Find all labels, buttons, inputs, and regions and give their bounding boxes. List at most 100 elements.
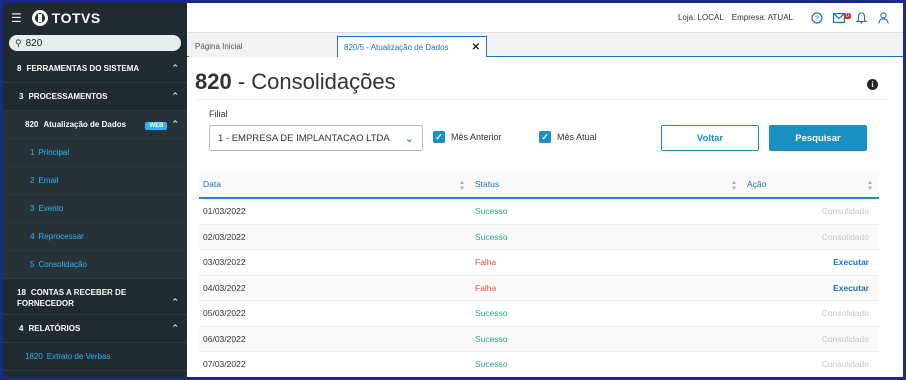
close-icon[interactable]: ✕: [472, 42, 480, 53]
table-row: 04/03/2022 Falha Executar: [199, 275, 879, 301]
sidebar-item-reprocessar[interactable]: 4 Reprocessar: [3, 223, 187, 251]
cell-data: 03/03/2022: [203, 257, 246, 268]
mail-icon[interactable]: 0: [833, 12, 851, 24]
table-body: 01/03/2022 Sucesso Consolidado 02/03/2022 Su…: [199, 199, 879, 377]
sidebar-item-label: Principal: [38, 148, 70, 157]
filial-label: Filial: [209, 109, 228, 119]
page-code: 820: [195, 69, 232, 94]
cell-data: 02/03/2022: [203, 231, 246, 242]
pesquisar-button[interactable]: Pesquisar: [769, 125, 867, 151]
column-header-acao[interactable]: Ação ▲ ▼: [743, 171, 879, 197]
voltar-button[interactable]: Voltar: [661, 125, 759, 151]
main-content: 820 - Consolidações i Filial 1 - EMPRESA…: [187, 57, 903, 377]
sidebar-item-label: Reprocessar: [38, 232, 84, 241]
sidebar-item-number: 1820: [25, 352, 43, 361]
sidebar: ☰ TOTVS ⚲ 8 FERRAMENTAS DO SISTEMA ⌃ 3 PRO…: [3, 3, 187, 377]
table-row: 02/03/2022 Sucesso Consolidado: [199, 224, 879, 250]
sidebar-item-extrato-verbas[interactable]: 1820 Extrato de Verbas: [3, 343, 187, 371]
sidebar-item-number: 18: [17, 288, 26, 297]
chevron-up-icon: ⌃: [171, 63, 179, 73]
executar-button[interactable]: Executar: [743, 257, 879, 267]
mes-atual-label: Mês Atual: [557, 132, 597, 142]
sidebar-item-label: Email: [38, 176, 59, 185]
sidebar-item-consolidacao[interactable]: 5 Consolidação: [3, 251, 187, 279]
sort-icon: ▲ ▼: [867, 180, 873, 192]
chevron-up-icon: ⌃: [171, 119, 179, 129]
hamburger-menu-icon[interactable]: ☰: [11, 11, 22, 25]
consolidado-label: Consolidado: [821, 231, 869, 242]
consolidado-label: Consolidado: [821, 333, 869, 344]
sidebar-item-number: 3: [19, 92, 24, 101]
sidebar-item-atualizacao-dados[interactable]: 820 Atualização de Dados WEB ⌃: [3, 111, 187, 139]
sidebar-item-principal[interactable]: 1 Principal: [3, 139, 187, 167]
brand-name: TOTVS: [51, 10, 101, 26]
cell-status: Sucesso: [475, 231, 508, 242]
sidebar-item-email[interactable]: 2 Email: [3, 167, 187, 195]
cell-data: 07/03/2022: [203, 359, 246, 370]
mail-count-badge: 0: [843, 12, 851, 19]
mes-anterior-checkbox[interactable]: ✓ Mês Anterior: [433, 131, 502, 143]
brand-bar: ☰ TOTVS: [3, 3, 187, 33]
sidebar-item-number: 2: [30, 176, 35, 185]
sidebar-item-evento[interactable]: 3 Evento: [3, 195, 187, 223]
menu-search[interactable]: ⚲: [9, 35, 181, 51]
consolidado-label: Consolidado: [821, 206, 869, 217]
consolidacoes-table: Data ▲ ▼ Status ▲ ▼ Ação ▲ ▼ 01/03/2022 Suce…: [199, 171, 879, 377]
sidebar-item-label: Consolidação: [38, 260, 87, 269]
tab-bar: Página Inicial 820/5 - Atualização de Da…: [187, 33, 903, 57]
cell-status: Sucesso: [475, 308, 508, 319]
column-header-data[interactable]: Data ▲ ▼: [199, 171, 471, 197]
user-icon[interactable]: [877, 11, 889, 24]
table-row: 05/03/2022 Sucesso Consolidado: [199, 301, 879, 327]
sidebar-item-processamentos[interactable]: 3 PROCESSAMENTOS ⌃: [3, 83, 187, 111]
checkmark-icon: ✓: [433, 131, 445, 143]
table-row: 01/03/2022 Sucesso Consolidado: [199, 199, 879, 225]
tab-atualizacao-dados[interactable]: 820/5 - Atualização de Dados ✕: [337, 36, 487, 57]
svg-text:?: ?: [815, 15, 819, 22]
loja-info: Loja: LOCAL: [677, 13, 724, 22]
cell-status: Falha: [475, 282, 497, 293]
sidebar-item-number: 1: [30, 148, 35, 157]
sidebar-item-number: 4: [30, 232, 35, 241]
help-icon[interactable]: ?: [811, 11, 823, 24]
chevron-up-icon: ⌃: [171, 323, 179, 333]
cell-status: Sucesso: [475, 333, 508, 344]
bell-icon[interactable]: [855, 11, 867, 24]
empresa-info: Empresa: ATUAL: [731, 13, 793, 22]
cell-data: 06/03/2022: [203, 333, 246, 344]
sidebar-item-number: 5: [30, 260, 35, 269]
table-header: Data ▲ ▼ Status ▲ ▼ Ação ▲ ▼: [199, 171, 879, 199]
cell-data: 01/03/2022: [203, 206, 246, 217]
tab-label: 820/5 - Atualização de Dados: [344, 42, 449, 52]
mes-anterior-label: Mês Anterior: [451, 132, 502, 142]
sidebar-item-contas-receber[interactable]: 18 CONTAS A RECEBER DE FORNECEDOR ⌃: [3, 279, 187, 315]
info-icon[interactable]: i: [867, 79, 878, 90]
consolidado-label: Consolidado: [821, 359, 869, 370]
mes-atual-checkbox[interactable]: ✓ Mês Atual: [539, 131, 597, 143]
tab-pagina-inicial[interactable]: Página Inicial: [189, 36, 339, 57]
filial-selected-value: 1 - EMPRESA DE IMPLANTACAO LTDA: [218, 132, 390, 144]
sidebar-item-relatorios[interactable]: 4 RELATÓRIOS ⌃: [3, 315, 187, 343]
menu-search-input[interactable]: [25, 37, 166, 49]
checkmark-icon: ✓: [539, 131, 551, 143]
column-header-status[interactable]: Status ▲ ▼: [471, 171, 743, 197]
sidebar-item-label: Extrato de Verbas: [46, 352, 111, 361]
sidebar-item-number: 820: [25, 120, 39, 129]
sidebar-item-number: 3: [30, 204, 35, 213]
page-title-text: - Consolidações: [231, 69, 396, 94]
table-row: 06/03/2022 Sucesso Consolidado: [199, 326, 879, 352]
table-row: 07/03/2022 Sucesso Consolidado: [199, 352, 879, 377]
executar-button[interactable]: Executar: [743, 283, 879, 293]
cell-data: 04/03/2022: [203, 282, 246, 293]
chevron-up-icon: ⌃: [171, 297, 179, 307]
sidebar-item-label: FERRAMENTAS DO SISTEMA: [26, 64, 140, 73]
filial-select[interactable]: 1 - EMPRESA DE IMPLANTACAO LTDA ⌄: [209, 125, 423, 151]
app-frame: ☰ TOTVS ⚲ 8 FERRAMENTAS DO SISTEMA ⌃ 3 PRO…: [3, 3, 903, 377]
sidebar-item-ferramentas[interactable]: 8 FERRAMENTAS DO SISTEMA ⌃: [3, 55, 187, 83]
page-title: 820 - Consolidações: [195, 69, 396, 95]
sidebar-item-number: 8: [17, 64, 22, 73]
chevron-up-icon: ⌃: [171, 91, 179, 101]
sidebar-item-label: CONTAS A RECEBER DE FORNECEDOR: [17, 288, 127, 308]
top-bar: Loja: LOCAL Empresa: ATUAL ? 0: [187, 3, 903, 33]
sidebar-item-label: Evento: [38, 204, 64, 213]
